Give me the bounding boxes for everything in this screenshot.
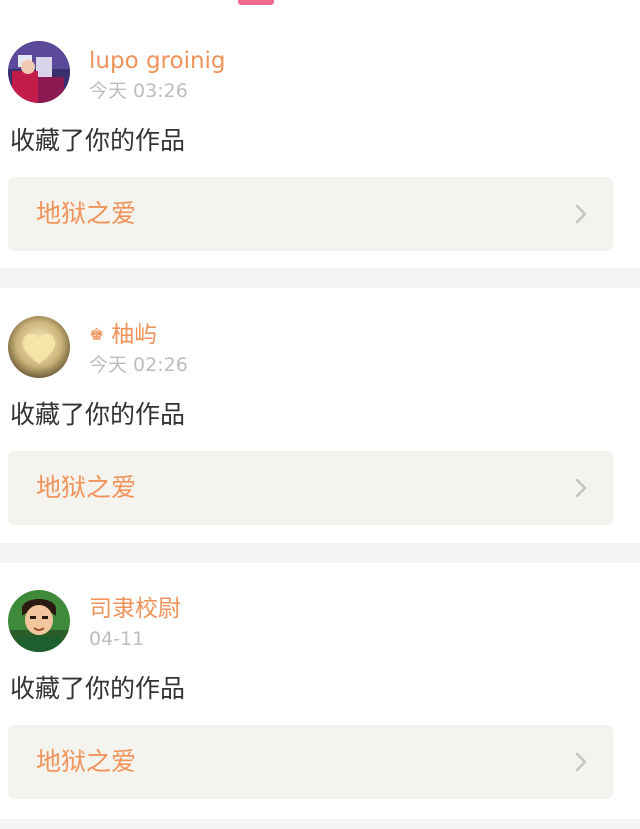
- timestamp: 今天 02:26: [89, 354, 188, 376]
- work-title: 地狱之爱: [36, 473, 137, 502]
- work-title: 地狱之爱: [36, 199, 137, 228]
- section-separator: [0, 543, 640, 563]
- user-name[interactable]: lupo groinig: [89, 47, 226, 75]
- notification-card: ♚ 柚屿 今天 02:26 收藏了你的作品 地狱之爱: [0, 288, 640, 543]
- chevron-right-icon: [575, 478, 587, 498]
- avatar[interactable]: [8, 590, 70, 652]
- timestamp: 今天 03:26: [89, 80, 188, 102]
- avatar[interactable]: [8, 316, 70, 378]
- work-title: 地狱之爱: [36, 747, 137, 776]
- notification-card: 司隶校尉 04-11 收藏了你的作品 地狱之爱: [0, 563, 640, 819]
- notification-card: lupo groinig 今天 03:26 收藏了你的作品 地狱之爱: [0, 10, 640, 268]
- user-name[interactable]: 司隶校尉: [89, 595, 181, 623]
- user-name[interactable]: ♚ 柚屿: [89, 321, 157, 351]
- action-text: 收藏了你的作品: [10, 400, 186, 429]
- chevron-right-icon: [575, 752, 587, 772]
- action-text: 收藏了你的作品: [10, 674, 186, 703]
- crown-icon: ♚: [89, 325, 105, 345]
- action-text: 收藏了你的作品: [10, 126, 186, 155]
- work-link[interactable]: 地狱之爱: [8, 177, 613, 251]
- timestamp: 04-11: [89, 628, 145, 650]
- active-tab-indicator: [238, 0, 274, 5]
- section-separator: [0, 268, 640, 288]
- chevron-right-icon: [575, 204, 587, 224]
- work-link[interactable]: 地狱之爱: [8, 725, 613, 799]
- section-separator: [0, 819, 640, 829]
- avatar[interactable]: [8, 41, 70, 103]
- work-link[interactable]: 地狱之爱: [8, 451, 613, 525]
